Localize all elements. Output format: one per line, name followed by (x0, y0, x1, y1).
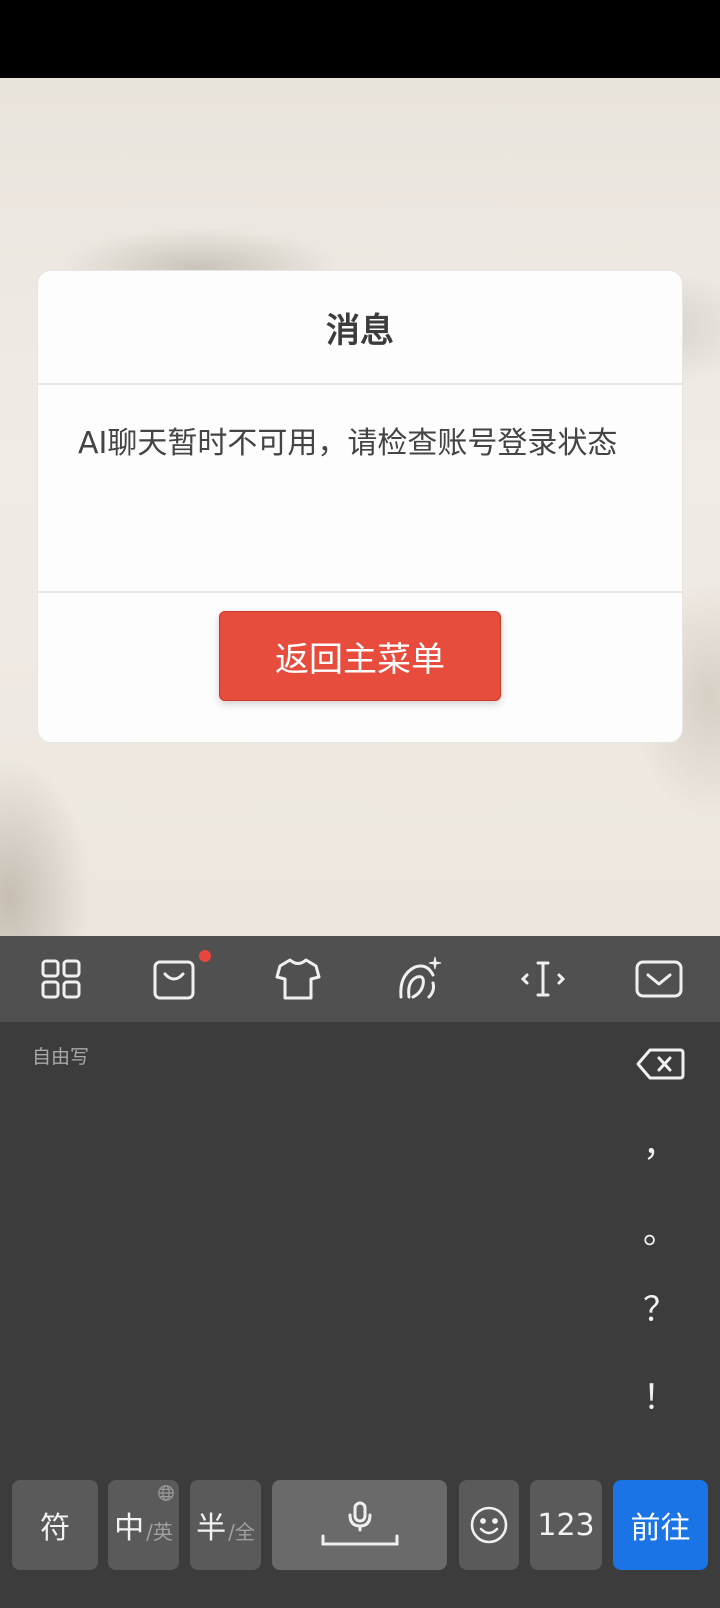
go-key[interactable]: 前往 (613, 1480, 708, 1570)
cn-en-toggle-key[interactable]: 中/英 (108, 1480, 179, 1570)
ai-write-icon[interactable] (393, 953, 445, 1005)
grid-icon[interactable] (35, 953, 87, 1005)
backspace-icon (636, 1048, 685, 1080)
store-bag-icon[interactable] (148, 953, 200, 1005)
half-full-width-key[interactable]: 半/全 (190, 1480, 261, 1570)
return-main-menu-button[interactable]: 返回主菜单 (219, 611, 501, 701)
dialog-message: AI聊天暂时不可用，请检查账号登录状态 (78, 426, 618, 461)
full-sublabel: /全 (228, 1519, 255, 1544)
cn-label: 中 (114, 1511, 145, 1546)
microphone-space-icon (321, 1501, 398, 1546)
en-sublabel: /英 (146, 1519, 173, 1544)
half-label: 半 (196, 1511, 227, 1546)
dialog-divider-bottom (38, 591, 682, 593)
go-key-label: 前往 (630, 1511, 691, 1546)
status-bar (0, 0, 720, 78)
blurred-background: 消息 AI聊天暂时不可用，请检查账号登录状态 返回主菜单 (0, 78, 720, 936)
globe-icon (158, 1485, 174, 1501)
emoji-icon (470, 1506, 508, 1544)
dialog-title: 消息 (326, 310, 394, 351)
exclamation-key[interactable]: ！ (630, 1370, 690, 1419)
message-dialog: 消息 AI聊天暂时不可用，请检查账号登录状态 返回主菜单 (37, 270, 683, 743)
symbols-key[interactable]: 符 (12, 1480, 98, 1570)
handwriting-keyboard: 自由写 ， 。 ？ ！ 符 中/英 半/全 123 前往 (0, 1022, 720, 1608)
symbols-key-label: 符 (40, 1511, 70, 1546)
period-key[interactable]: 。 (630, 1204, 690, 1253)
backspace-key[interactable] (634, 1042, 686, 1086)
numbers-key[interactable]: 123 (530, 1480, 602, 1570)
cursor-move-icon[interactable] (517, 953, 569, 1005)
dialog-divider-top (38, 383, 682, 385)
handwriting-area[interactable] (0, 1022, 610, 1472)
space-voice-key[interactable] (272, 1480, 447, 1570)
question-mark-key[interactable]: ？ (630, 1282, 690, 1331)
notification-badge (199, 950, 211, 962)
hide-keyboard-icon[interactable] (633, 953, 685, 1005)
keyboard-toolbar (0, 936, 720, 1022)
comma-key[interactable]: ， (630, 1117, 690, 1166)
emoji-key[interactable] (459, 1480, 519, 1570)
numbers-key-label: 123 (537, 1507, 595, 1543)
tshirt-skin-icon[interactable] (272, 953, 324, 1005)
